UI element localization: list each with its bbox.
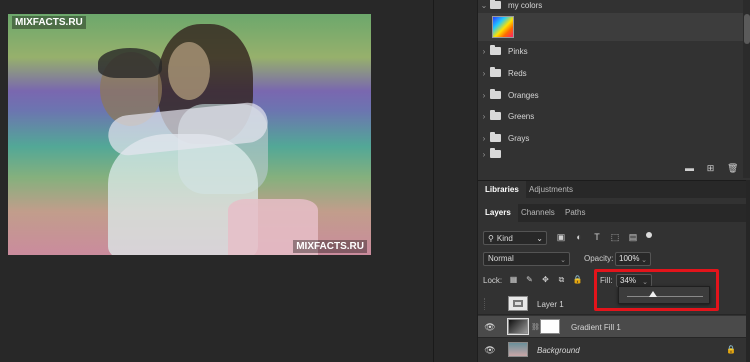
tab-adjustments[interactable]: Adjustments: [522, 181, 580, 199]
swatch-group-label: my colors: [508, 0, 543, 10]
swatch-selection-area: [478, 13, 743, 41]
chevron-right-icon[interactable]: ›: [478, 47, 490, 56]
opacity-label: Opacity:: [584, 254, 614, 263]
search-icon: ⚲: [488, 233, 494, 243]
swatch-group-oranges[interactable]: › Oranges: [478, 85, 743, 105]
layer-thumbnail: [508, 296, 528, 311]
tabs-libraries-adjustments: Libraries Adjustments: [478, 180, 750, 199]
chevron-right-icon[interactable]: ›: [478, 134, 490, 143]
layer-row-layer-1[interactable]: Layer 1: [478, 293, 750, 315]
folder-icon: [490, 132, 501, 142]
visibility-toggle-off[interactable]: [484, 298, 496, 310]
tabs-layers-channels-paths: Layers Channels Paths: [478, 204, 750, 222]
swatch-group-pinks[interactable]: › Pinks: [478, 41, 743, 61]
folder-icon: [490, 110, 501, 120]
new-group-folder-icon[interactable]: ▬: [684, 163, 695, 173]
new-swatch-icon[interactable]: ⊞: [705, 163, 716, 173]
panel-dock-gap: [433, 0, 477, 362]
opacity-field[interactable]: 100% ⌄: [615, 252, 651, 266]
filter-type-icon[interactable]: T: [591, 231, 603, 243]
swatch-group-label: Grays: [508, 133, 530, 143]
filter-kind-value: Kind: [496, 233, 513, 243]
divider: [478, 314, 750, 315]
background-thumbnail: [508, 342, 528, 357]
image-man-hair: [98, 48, 162, 78]
chevron-down-icon[interactable]: ⌄: [478, 1, 490, 10]
layer-mask-thumbnail[interactable]: [540, 319, 560, 334]
folder-icon: [490, 67, 501, 77]
link-icon[interactable]: ⛓: [531, 323, 540, 331]
filter-toggle-icon[interactable]: [646, 232, 652, 238]
tab-paths[interactable]: Paths: [558, 204, 592, 222]
folder-icon: [490, 0, 501, 9]
layers-scrollbar[interactable]: [746, 180, 750, 362]
layer-name: Background: [537, 346, 580, 355]
chevron-down-icon: ⌄: [641, 257, 647, 264]
eye-icon[interactable]: 👁: [484, 321, 496, 333]
lock-label: Lock:: [483, 276, 503, 285]
swatch-group-reds[interactable]: › Reds: [478, 63, 743, 83]
blend-mode-value: Normal: [488, 254, 514, 263]
chevron-right-icon[interactable]: ›: [478, 91, 490, 100]
tab-channels[interactable]: Channels: [514, 204, 562, 222]
chevron-right-icon[interactable]: ›: [478, 112, 490, 121]
filter-kind-dropdown[interactable]: ⚲ Kind ⌄: [483, 231, 547, 245]
swatches-panel: ⌄ my colors › Pinks › Reds › Oranges › G…: [478, 0, 750, 178]
gradient-layer-thumbnail: [507, 318, 529, 335]
photoshop-window: MIXFACTS.RU MIXFACTS.RU ⌄ my colors › Pi…: [0, 0, 750, 362]
gradient-swatch[interactable]: [492, 16, 514, 38]
blend-mode-dropdown[interactable]: Normal ⌄: [483, 252, 570, 266]
lock-image-pixels-icon[interactable]: ✎: [524, 274, 535, 285]
swatch-group-grays[interactable]: › Grays: [478, 128, 743, 148]
layer-name: Gradient Fill 1: [571, 323, 621, 332]
chevron-down-icon: ⌄: [560, 257, 566, 264]
layer-row-gradient-fill-1[interactable]: 👁 ⛓ Gradient Fill 1: [478, 316, 750, 338]
tab-layers[interactable]: Layers: [478, 204, 518, 222]
watermark-top: MIXFACTS.RU: [12, 16, 86, 29]
layer-row-background[interactable]: 👁 Background 🔒: [478, 339, 750, 361]
lock-all-icon[interactable]: 🔒: [572, 274, 583, 285]
folder-icon: [490, 89, 501, 99]
divider: [478, 337, 750, 338]
filter-adjustment-icon[interactable]: ◐: [573, 231, 585, 243]
lock-artboard-icon[interactable]: ⧉: [556, 274, 567, 285]
swatch-group-label: Oranges: [508, 90, 539, 100]
document-canvas-area[interactable]: MIXFACTS.RU MIXFACTS.RU: [0, 0, 433, 362]
swatch-group-greens[interactable]: › Greens: [478, 106, 743, 126]
filter-shape-icon[interactable]: ⬚: [609, 231, 621, 243]
document-image[interactable]: MIXFACTS.RU MIXFACTS.RU: [8, 14, 371, 255]
chevron-down-icon: ⌄: [536, 234, 543, 243]
image-woman-face: [168, 42, 210, 100]
opacity-value: 100%: [619, 254, 640, 263]
scrollbar-thumb[interactable]: [744, 14, 750, 44]
layers-panel: ⚲ Kind ⌄ ▣ ◐ T ⬚ ▤ Normal ⌄ Opacity: 100…: [478, 222, 750, 362]
folder-icon: [490, 148, 501, 158]
right-panel-dock: ⌄ my colors › Pinks › Reds › Oranges › G…: [477, 0, 750, 362]
swatches-scrollbar[interactable]: [743, 0, 750, 178]
swatch-group-label: Reds: [508, 68, 527, 78]
folder-icon: [490, 45, 501, 55]
lock-transparent-pixels-icon[interactable]: ▦: [508, 274, 519, 285]
layer-name: Layer 1: [537, 300, 564, 309]
lock-icon: 🔒: [726, 345, 736, 354]
filter-smart-object-icon[interactable]: ▤: [627, 231, 639, 243]
lock-position-icon[interactable]: ✥: [540, 274, 551, 285]
image-thumb-icon: [513, 300, 523, 307]
swatch-group-label: Pinks: [508, 46, 528, 56]
trash-icon[interactable]: 🗑: [727, 163, 738, 173]
filter-pixel-icon[interactable]: ▣: [555, 231, 567, 243]
chevron-right-icon[interactable]: ›: [478, 69, 490, 78]
tab-libraries[interactable]: Libraries: [478, 181, 526, 199]
swatches-toolbar: ▬ ⊞ 🗑: [478, 158, 743, 178]
watermark-bottom: MIXFACTS.RU: [293, 240, 367, 253]
eye-icon[interactable]: 👁: [484, 344, 496, 356]
swatch-group-label: Greens: [508, 111, 535, 121]
